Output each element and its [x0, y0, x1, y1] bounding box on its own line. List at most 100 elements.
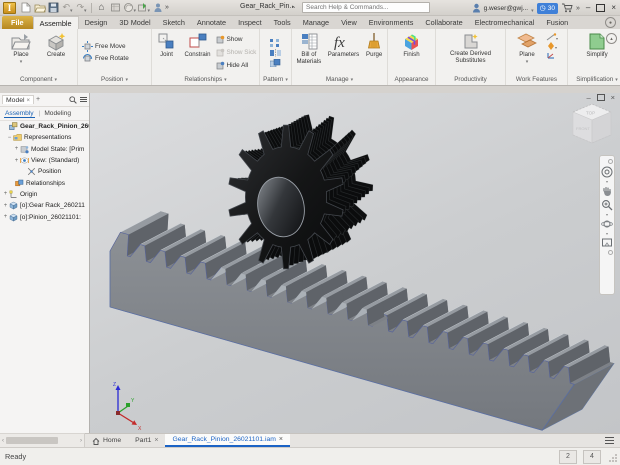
view-cube[interactable]: TOP FRONT: [573, 104, 611, 143]
navbar-options-dot[interactable]: [608, 159, 613, 164]
redo-icon[interactable]: ↷: [75, 2, 88, 14]
close-tab-icon[interactable]: [154, 437, 158, 444]
navbar-caret[interactable]: ▾: [606, 180, 608, 183]
tree-node-representations[interactable]: − Representations: [0, 132, 89, 143]
tab-environments[interactable]: Environments: [363, 16, 420, 29]
doc-close-button[interactable]: ×: [611, 94, 615, 102]
search-icon[interactable]: [69, 96, 77, 104]
ribbon-display-options-icon[interactable]: ●: [605, 17, 616, 28]
tab-sketch[interactable]: Sketch: [157, 16, 191, 29]
select-icon[interactable]: [151, 2, 164, 14]
tab-manage[interactable]: Manage: [297, 16, 335, 29]
group-label-manage[interactable]: Manage: [292, 74, 387, 85]
resize-grip[interactable]: [608, 453, 618, 463]
tree-node-assembly-root[interactable]: Gear_Rack_Pinion_260: [0, 121, 89, 132]
signed-in-user[interactable]: g.weser@gwj...: [484, 5, 529, 12]
place-button[interactable]: Place: [4, 31, 38, 65]
navigation-wheel-icon[interactable]: [601, 166, 613, 178]
tree-node-position[interactable]: Position: [0, 166, 89, 177]
home-icon[interactable]: ⌂: [95, 2, 108, 14]
tree-node-view-rep[interactable]: + View: (Standard): [0, 155, 89, 166]
free-rotate-button[interactable]: Free Rotate: [82, 53, 129, 65]
tab-3d-model[interactable]: 3D Model: [113, 16, 156, 29]
navbar-caret[interactable]: ▾: [606, 232, 608, 235]
undo-icon[interactable]: ↶: [61, 2, 74, 14]
tree-node-gear-rack[interactable]: + [o]:Gear Rack_260211: [0, 200, 89, 211]
tree-node-origin[interactable]: + Origin: [0, 189, 89, 200]
tab-file[interactable]: File: [2, 16, 33, 29]
scroll-left-icon[interactable]: ‹: [2, 438, 4, 444]
new-file-icon[interactable]: [19, 2, 32, 14]
titlebar-overflow-chevrons[interactable]: »: [576, 5, 579, 12]
show-button[interactable]: Show: [216, 33, 258, 45]
group-label-simplification[interactable]: Simplification: [568, 74, 620, 85]
pan-icon[interactable]: [601, 185, 613, 197]
tab-assembly-document[interactable]: Gear_Rack_Pinion_26021101.iam: [165, 434, 290, 447]
tab-list-menu-icon[interactable]: [605, 435, 614, 446]
appearance-icon[interactable]: [123, 2, 136, 14]
browser-horizontal-scrollbar[interactable]: ‹ ›: [0, 433, 85, 447]
browser-mode-assembly[interactable]: Assembly: [4, 109, 35, 118]
minimize-button[interactable]: –: [586, 4, 590, 12]
hide-all-button[interactable]: Hide All: [216, 59, 258, 71]
orbit-icon[interactable]: [601, 218, 613, 230]
purge-button[interactable]: Purge: [362, 31, 386, 59]
maximize-button[interactable]: [596, 4, 605, 12]
tab-part1[interactable]: Part1: [128, 434, 165, 447]
create-derived-substitutes-button[interactable]: Create Derived Substitutes: [439, 31, 503, 64]
close-tab-icon[interactable]: [279, 436, 283, 443]
group-label-component[interactable]: Component: [0, 74, 77, 85]
scroll-right-icon[interactable]: ›: [80, 438, 82, 444]
open-icon[interactable]: [33, 2, 46, 14]
tab-tools[interactable]: Tools: [268, 16, 297, 29]
tab-home[interactable]: Home: [85, 434, 128, 447]
look-at-icon[interactable]: [601, 237, 613, 248]
doc-minimize-button[interactable]: ‒: [586, 94, 590, 102]
tab-design[interactable]: Design: [79, 16, 114, 29]
group-label-work-features[interactable]: Work Features: [506, 74, 567, 85]
constrain-button[interactable]: Constrain: [181, 31, 215, 59]
viewport-3d[interactable]: Z X Y TOP FRONT ‒ × ▾ ▾ ▾: [90, 93, 620, 433]
inventor-logo[interactable]: I: [3, 2, 16, 14]
gear-rack-model[interactable]: [110, 211, 614, 430]
tab-inspect[interactable]: Inspect: [232, 16, 268, 29]
tree-node-relationships[interactable]: Relationships: [0, 177, 89, 188]
model-canvas[interactable]: Z X Y TOP FRONT: [90, 93, 620, 433]
create-button[interactable]: Create: [39, 31, 73, 59]
navbar-options-dot[interactable]: [608, 250, 613, 255]
navbar-caret[interactable]: ▾: [606, 213, 608, 216]
axis-icon[interactable]: ▾: [546, 33, 558, 41]
tree-node-pinion[interactable]: + [o]:Pinion_26021101:: [0, 211, 89, 222]
group-label-pattern[interactable]: Pattern: [260, 74, 291, 85]
tab-electromechanical[interactable]: Electromechanical: [469, 16, 541, 29]
parameters-button[interactable]: fx Parameters: [326, 31, 362, 59]
tab-assemble[interactable]: Assemble: [33, 16, 79, 29]
tab-fusion[interactable]: Fusion: [540, 16, 574, 29]
browser-menu-icon[interactable]: [80, 96, 87, 103]
group-label-productivity[interactable]: Productivity: [436, 74, 505, 85]
ucs-icon[interactable]: [546, 51, 558, 59]
group-label-relationships[interactable]: Relationships: [152, 74, 259, 85]
material-icon[interactable]: [109, 2, 122, 14]
group-label-position[interactable]: Position: [78, 74, 151, 85]
joint-button[interactable]: Joint: [154, 31, 180, 59]
browser-tab-close-icon[interactable]: [27, 97, 31, 104]
copy-icon[interactable]: [270, 59, 281, 67]
pinion-model[interactable]: [229, 115, 373, 269]
free-move-button[interactable]: Free Move: [82, 41, 126, 53]
save-icon[interactable]: [47, 2, 60, 14]
update-icon[interactable]: [137, 2, 150, 14]
cart-icon[interactable]: [561, 3, 573, 13]
title-expand-icon[interactable]: ▸: [292, 4, 295, 10]
doc-restore-button[interactable]: [597, 94, 605, 101]
ribbon-collapse-button[interactable]: ▴: [606, 33, 617, 44]
finish-button[interactable]: Finish: [392, 31, 432, 59]
group-label-appearance[interactable]: Appearance: [388, 74, 435, 85]
close-button[interactable]: ×: [611, 4, 616, 12]
user-dropdown-caret[interactable]: [531, 0, 534, 17]
tab-collaborate[interactable]: Collaborate: [419, 16, 468, 29]
search-input[interactable]: [302, 2, 430, 13]
overflow-chevrons[interactable]: »: [165, 4, 168, 11]
show-sick-button[interactable]: Show Sick: [216, 46, 258, 58]
tab-annotate[interactable]: Annotate: [191, 16, 232, 29]
